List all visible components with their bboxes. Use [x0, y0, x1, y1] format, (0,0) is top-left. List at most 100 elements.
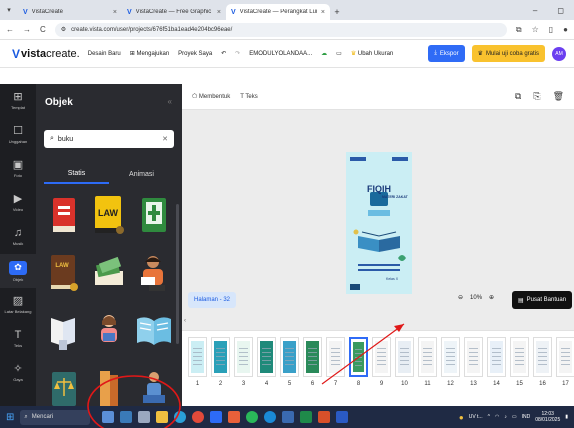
page-thumbnail[interactable] [303, 337, 322, 377]
object-thumb-book-stand[interactable] [44, 308, 83, 354]
project-name[interactable]: EMODULYOLANDAA... [249, 51, 312, 57]
free-trial-button[interactable]: ♛ Mulai uji coba gratis [471, 45, 545, 62]
sidebar-icon[interactable]: ▯ [549, 25, 553, 35]
page-number[interactable]: 16 [533, 381, 552, 387]
page-thumbnail[interactable] [441, 337, 460, 377]
app-icon-browser[interactable] [264, 411, 277, 423]
page-number[interactable]: 1 [188, 381, 207, 387]
clock[interactable]: 12:03 08/01/2025 [535, 411, 560, 423]
taskbar-search[interactable]: ⌕ Mencari [20, 409, 91, 425]
weather-icon[interactable]: ● [459, 413, 464, 422]
browser-tab-3[interactable]: V VistaCreate — Perangkat Lunak × [226, 4, 330, 20]
restore-icon[interactable]: ◻ [557, 6, 564, 15]
menu-desain-baru[interactable]: Desain Baru [88, 51, 121, 57]
close-tab-icon[interactable]: × [321, 9, 325, 16]
delete-icon[interactable]: 🗑 [553, 91, 564, 102]
page-thumbnail[interactable] [395, 337, 414, 377]
page-thumbnail[interactable] [188, 337, 207, 377]
rail-item-templat[interactable]: ⊞ Templat [0, 84, 36, 118]
page-thumbnail[interactable] [211, 337, 230, 377]
page-number[interactable]: 3 [234, 381, 253, 387]
page-thumbnail[interactable] [533, 337, 552, 377]
ubah-ukuran-button[interactable]: ♛ Ubah Ukuran [351, 50, 393, 57]
rail-item-foto[interactable]: ▣ Foto [0, 152, 36, 186]
page-number[interactable]: 17 [556, 381, 574, 387]
page-number[interactable]: 12 [441, 381, 460, 387]
help-center-button[interactable]: ▤ Pusat Bantuan [512, 291, 573, 309]
zoom-out-icon[interactable]: ⊖ [458, 294, 463, 301]
page-number[interactable]: 13 [464, 381, 483, 387]
app-icon-widgets[interactable] [120, 411, 133, 423]
reload-icon[interactable]: C [40, 25, 46, 34]
app-icon-excel[interactable] [300, 411, 313, 423]
page-number[interactable]: 11 [418, 381, 437, 387]
page-thumbnail[interactable] [418, 337, 437, 377]
page-thumbnail[interactable] [234, 337, 253, 377]
tab-statis[interactable]: Statis [44, 164, 109, 184]
notifications-icon[interactable]: ▮ [565, 414, 568, 420]
translate-icon[interactable]: ⧉ [516, 25, 522, 35]
page-thumbnail[interactable] [257, 337, 276, 377]
object-thumb-money-book[interactable] [89, 250, 128, 296]
page-thumbnail[interactable] [372, 337, 391, 377]
app-icon-taskview[interactable] [138, 411, 151, 423]
object-search-input[interactable]: ⌕ buku ✕ [44, 130, 174, 148]
windows-start-icon[interactable]: ⊞ [6, 412, 14, 423]
page-thumbnail[interactable] [464, 337, 483, 377]
rail-item-gaya[interactable]: ✧ Gaya [0, 356, 36, 390]
tab-list-icon[interactable]: ▾ [0, 0, 18, 20]
clear-search-icon[interactable]: ✕ [162, 135, 168, 143]
page-number[interactable]: 9 [372, 381, 391, 387]
app-icon-whatsapp[interactable] [246, 411, 259, 423]
object-thumb-green-book[interactable] [134, 192, 174, 238]
duplicate-page-icon[interactable]: ⧉ [515, 91, 521, 102]
tray-chevron-icon[interactable]: ^ [488, 414, 490, 420]
page-number[interactable]: 14 [487, 381, 506, 387]
close-tab-icon[interactable]: × [113, 9, 117, 16]
app-icon-explorer[interactable] [156, 411, 169, 423]
language-indicator[interactable]: IND [522, 414, 531, 420]
page-number[interactable]: 5 [280, 381, 299, 387]
close-tab-icon[interactable]: × [217, 9, 221, 16]
app-icon-chrome[interactable] [192, 411, 205, 423]
undo-icon[interactable]: ↶ [221, 50, 226, 57]
rail-item-musik[interactable]: ♫ Musik [0, 220, 36, 254]
rail-item-unggahan[interactable]: ☐ Unggahan [0, 118, 36, 152]
app-icon-mail[interactable] [282, 411, 295, 423]
page-number[interactable]: 8 [349, 381, 368, 387]
browser-tab-2[interactable]: V VistaCreate — Free Graphic De × [122, 4, 226, 20]
object-thumb-girl-with-book[interactable] [89, 308, 128, 354]
object-thumb-law-book[interactable]: LAW [89, 192, 128, 238]
profile-icon[interactable]: ● [563, 25, 568, 35]
rail-item-objek[interactable]: ✿ Objek [0, 254, 36, 288]
app-icon-edge[interactable] [174, 411, 187, 423]
new-tab-icon[interactable]: + [330, 4, 344, 20]
app-icon-word[interactable] [336, 411, 349, 423]
rail-item-teks[interactable]: T Teks [0, 322, 36, 356]
zoom-in-icon[interactable]: ⊕ [489, 294, 494, 301]
rail-item-video[interactable]: ▶ Video [0, 186, 36, 220]
page-number[interactable]: 7 [326, 381, 345, 387]
object-thumb-person-reading[interactable] [134, 250, 174, 296]
browser-tab-1[interactable]: V VistaCreate × [18, 4, 122, 20]
page-number[interactable]: 2 [211, 381, 230, 387]
page-thumbnail[interactable] [326, 337, 345, 377]
cover-page-canvas[interactable]: FIQIH MATERI ZAKAT Kelas X [346, 152, 412, 294]
object-thumb-red-book[interactable] [44, 192, 83, 238]
page-number[interactable]: 10 [395, 381, 414, 387]
page-number[interactable]: 4 [257, 381, 276, 387]
comment-icon[interactable]: ▭ [336, 50, 342, 57]
page-thumbnail[interactable] [510, 337, 529, 377]
battery-icon[interactable]: ▭ [512, 414, 517, 420]
zoom-level[interactable]: 10% [470, 295, 482, 301]
site-info-icon[interactable]: ⚙ [61, 26, 66, 33]
object-thumb-brown-law-book[interactable]: LAW [44, 250, 83, 296]
redo-icon[interactable]: ↷ [235, 50, 240, 57]
volume-icon[interactable]: ♪ [504, 414, 507, 420]
vistacreate-logo[interactable]: vistacreate. [21, 48, 80, 60]
app-icon-office[interactable] [228, 411, 241, 423]
collapse-panel-icon[interactable]: « [168, 97, 172, 106]
ekspor-button[interactable]: ⤓ Ekspor [428, 45, 465, 62]
tab-animasi[interactable]: Animasi [109, 164, 174, 184]
menu-mengajukan[interactable]: ⊞ Mengajukan [130, 50, 169, 57]
